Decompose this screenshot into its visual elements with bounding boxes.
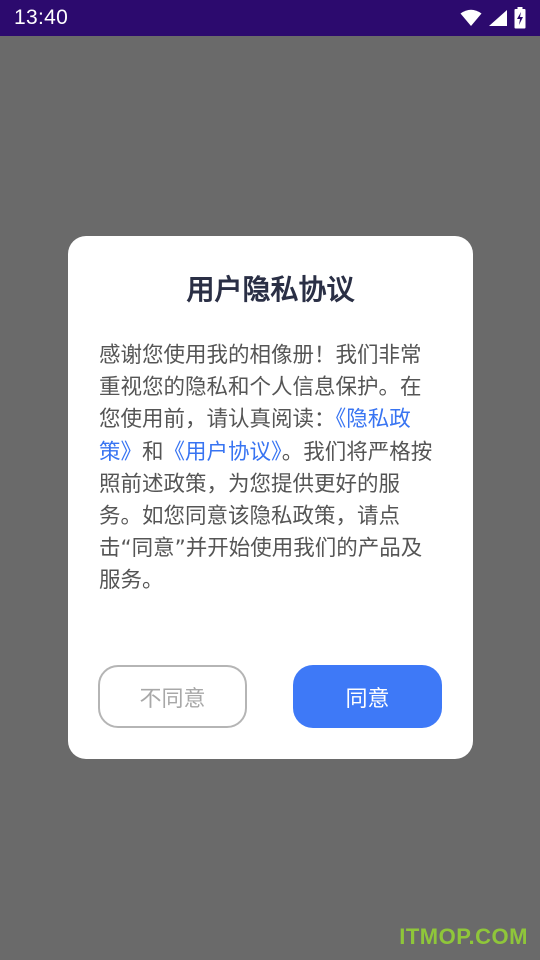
status-icons: [460, 7, 526, 29]
disagree-button[interactable]: 不同意: [98, 665, 247, 728]
battery-charging-icon: [514, 7, 526, 29]
dialog-title: 用户隐私协议: [186, 273, 355, 306]
status-bar: 13:40: [0, 0, 540, 36]
wifi-icon: [460, 9, 482, 27]
agree-button[interactable]: 同意: [293, 665, 442, 728]
dialog-body: 感谢您使用我的相像册！我们非常重视您的隐私和个人信息保护。在您使用前，请认真阅读…: [99, 340, 441, 598]
watermark: ITMOP.COM: [399, 924, 528, 949]
privacy-dialog: 用户隐私协议 感谢您使用我的相像册！我们非常重视您的隐私和个人信息保护。在您使用…: [68, 236, 473, 759]
status-time: 13:40: [14, 6, 69, 29]
user-agreement-link[interactable]: 《用户协议》: [164, 440, 282, 465]
cellular-signal-icon: [488, 9, 508, 27]
body-text-and: 和: [142, 439, 164, 465]
